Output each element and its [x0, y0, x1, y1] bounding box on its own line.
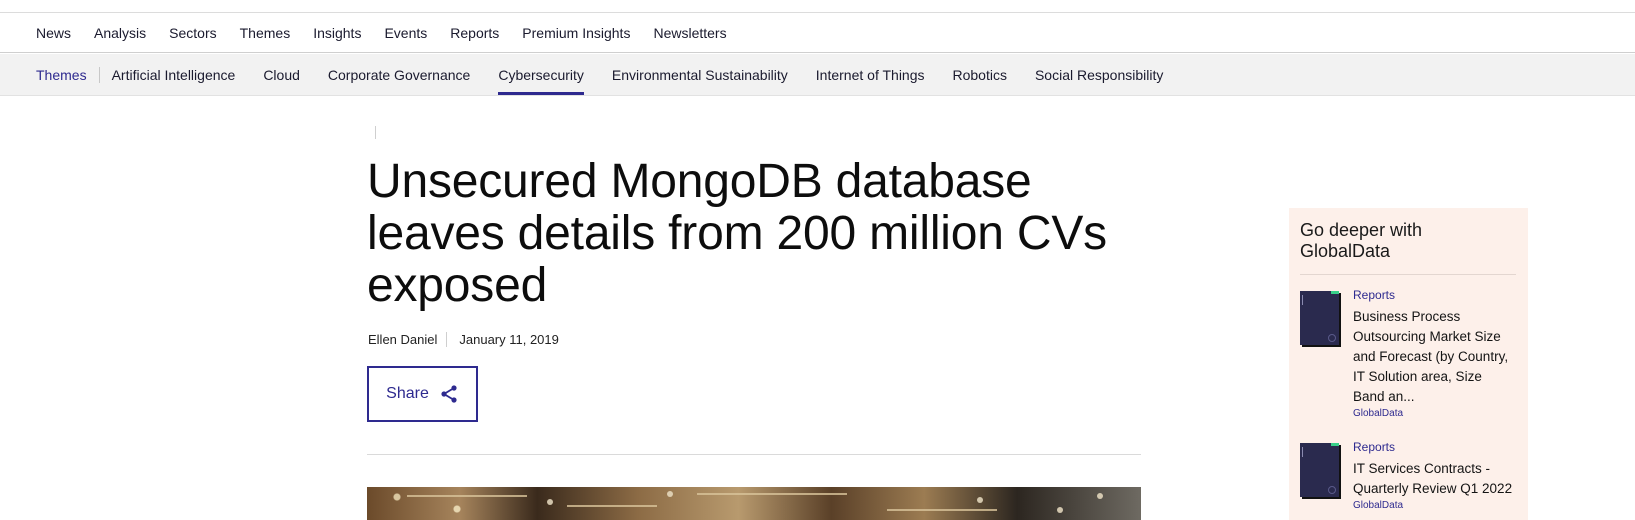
nav-item-analysis[interactable]: Analysis — [94, 25, 146, 41]
report-title[interactable]: Business Process Outsourcing Market Size… — [1353, 307, 1516, 407]
subnav-item-robotics[interactable]: Robotics — [953, 54, 1007, 96]
report-source: GlobalData — [1353, 408, 1404, 419]
breadcrumb-separator — [375, 126, 376, 139]
subnav-item-internet-of-things[interactable]: Internet of Things — [816, 54, 925, 96]
report-title[interactable]: IT Services Contracts - Quarterly Review… — [1353, 459, 1516, 499]
nav-item-news[interactable]: News — [36, 25, 71, 41]
report-category[interactable]: Reports — [1353, 439, 1516, 455]
article-hero-image — [367, 487, 1141, 520]
share-button[interactable]: Share — [367, 366, 478, 422]
nav-item-newsletters[interactable]: Newsletters — [653, 25, 726, 41]
article-byline: Ellen Daniel January 11, 2019 — [368, 332, 559, 347]
share-button-label: Share — [386, 385, 429, 402]
sidebar-report-card[interactable]: Reports Business Process Outsourcing Mar… — [1300, 287, 1516, 420]
article-author[interactable]: Ellen Daniel — [368, 332, 448, 347]
subnav-item-cybersecurity[interactable]: Cybersecurity — [498, 54, 584, 96]
subnav-item-social-responsibility[interactable]: Social Responsibility — [1035, 54, 1163, 96]
nav-item-insights[interactable]: Insights — [313, 25, 361, 41]
nav-item-premium-insights[interactable]: Premium Insights — [522, 25, 630, 41]
report-cover-thumbnail[interactable] — [1300, 443, 1339, 497]
article-date: January 11, 2019 — [459, 332, 559, 347]
report-source: GlobalData — [1353, 500, 1404, 511]
nav-item-reports[interactable]: Reports — [450, 25, 499, 41]
report-category[interactable]: Reports — [1353, 287, 1516, 303]
subnav-item-environmental-sustainability[interactable]: Environmental Sustainability — [612, 54, 788, 96]
subnav-item-cloud[interactable]: Cloud — [263, 54, 300, 96]
subnav-item-artificial-intelligence[interactable]: Artificial Intelligence — [112, 54, 236, 96]
nav-item-themes[interactable]: Themes — [240, 25, 291, 41]
themes-subnav: Themes Artificial Intelligence Cloud Cor… — [0, 54, 1635, 96]
main-navigation: News Analysis Sectors Themes Insights Ev… — [0, 13, 1635, 53]
sidebar-heading: Go deeper with GlobalData — [1300, 220, 1516, 275]
article-title: Unsecured MongoDB database leaves detail… — [367, 155, 1107, 312]
subnav-item-corporate-governance[interactable]: Corporate Governance — [328, 54, 470, 96]
subnav-section-label[interactable]: Themes — [36, 67, 100, 83]
share-icon — [441, 385, 457, 403]
report-cover-thumbnail[interactable] — [1300, 291, 1339, 345]
sidebar-report-card[interactable]: Reports IT Services Contracts - Quarterl… — [1300, 439, 1516, 512]
go-deeper-sidebar: Go deeper with GlobalData Reports Busine… — [1289, 208, 1528, 520]
nav-item-events[interactable]: Events — [384, 25, 427, 41]
article-divider — [367, 454, 1141, 455]
nav-item-sectors[interactable]: Sectors — [169, 25, 216, 41]
